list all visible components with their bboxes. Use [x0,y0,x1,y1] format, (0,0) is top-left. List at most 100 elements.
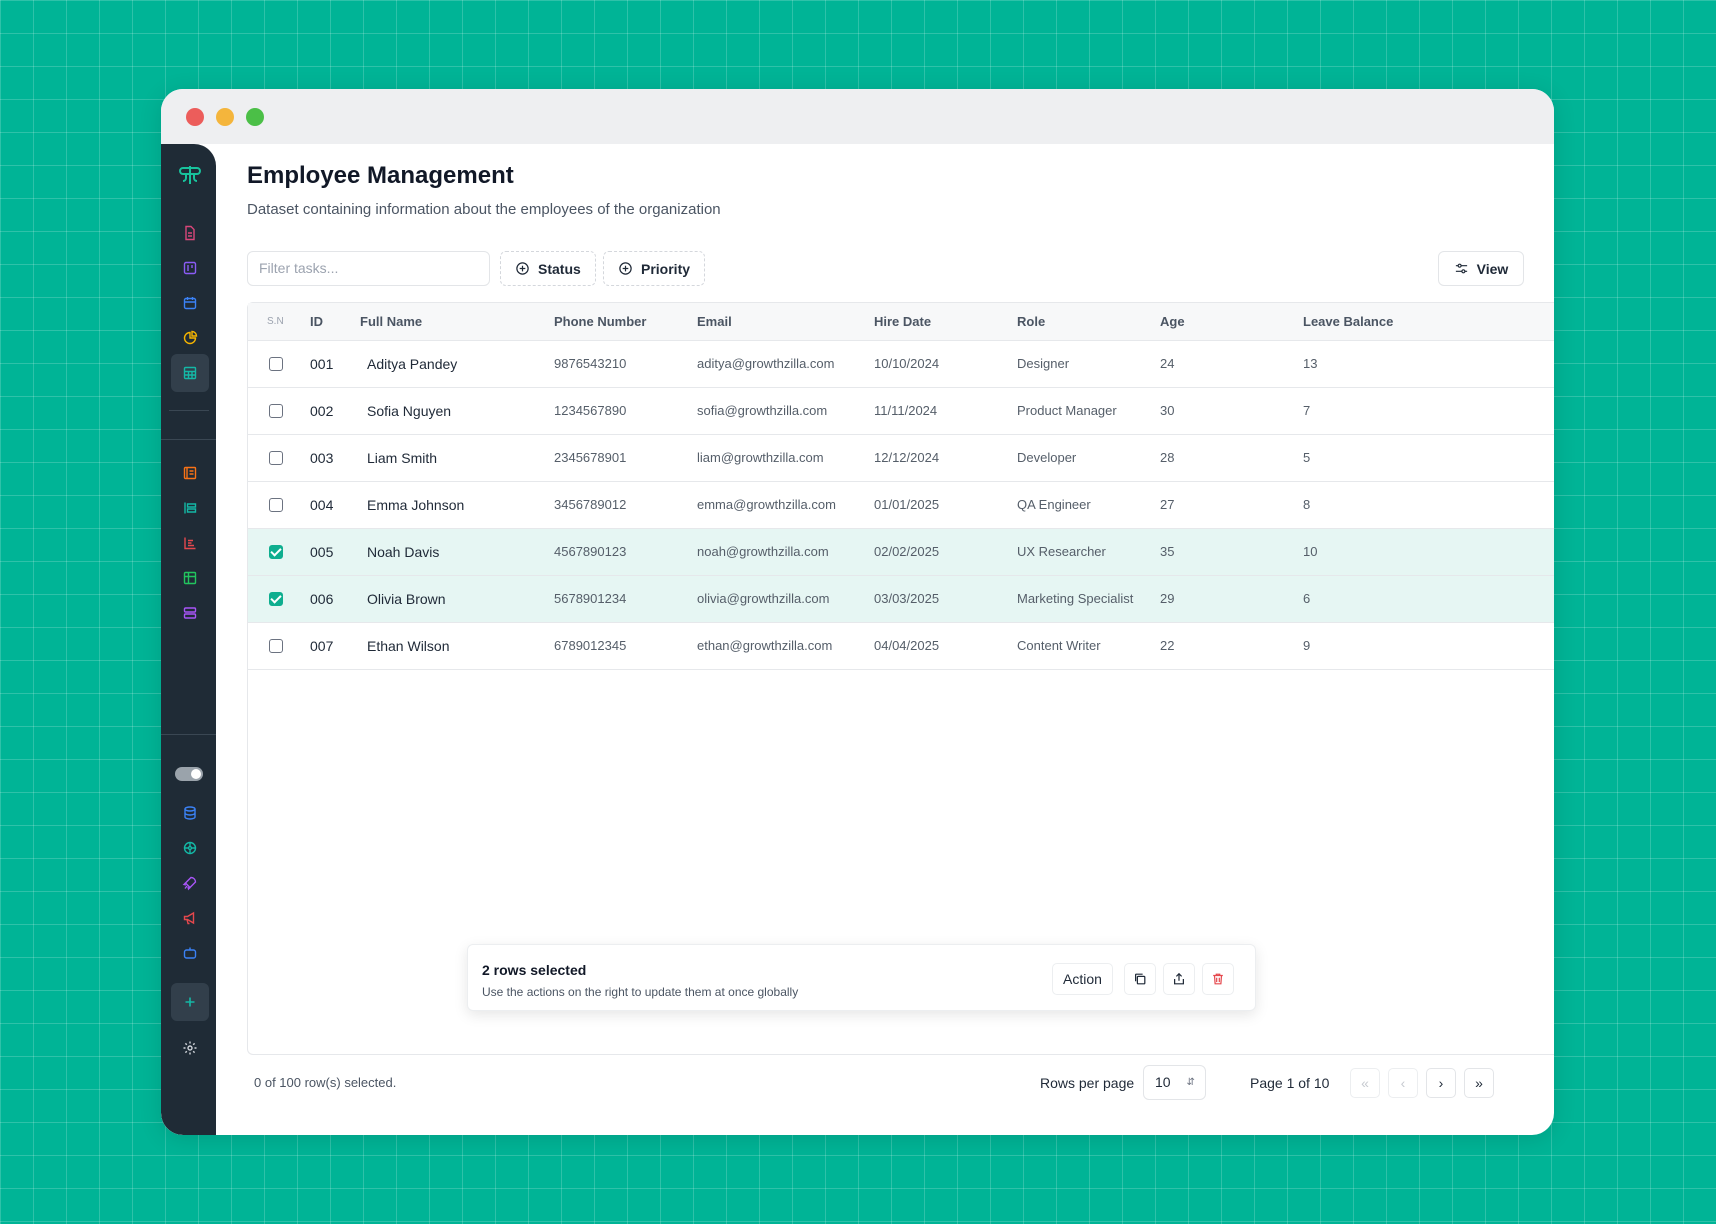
table-row[interactable]: 001 Aditya Pandey 9876543210 aditya@growthz… [248,340,1554,388]
minimize-window-button[interactable] [216,108,234,126]
next-page-button[interactable]: › [1426,1068,1456,1098]
cell-phone: 3456789012 [554,481,697,529]
priority-filter-button[interactable]: Priority [603,251,706,286]
copy-button[interactable] [1124,963,1156,995]
logo-icon[interactable] [171,156,209,194]
cell-name: Olivia Brown [360,575,554,623]
row-checkbox[interactable] [269,404,283,419]
column-header-age[interactable]: Age [1160,303,1303,341]
table-icon[interactable] [171,354,209,392]
row-checkbox-cell [248,387,310,435]
column-header-leave-balance[interactable]: Leave Balance [1303,303,1554,341]
table-row[interactable]: 003 Liam Smith 2345678901 liam@growthzilla.… [248,434,1554,482]
maximize-window-button[interactable] [246,108,264,126]
selection-count: 2 rows selected [482,962,587,978]
cell-phone: 5678901234 [554,575,697,623]
cell-email: olivia@growthzilla.com [697,575,874,623]
cell-age: 29 [1160,575,1303,623]
cell-leave-balance: 6 [1303,575,1554,623]
cell-id: 006 [310,575,360,623]
table-row[interactable]: 006 Olivia Brown 5678901234 olivia@growthzi… [248,575,1554,623]
rows-per-page-select[interactable]: 10 ⇵ [1143,1065,1206,1100]
sidebar-divider [161,734,216,735]
column-header-sn[interactable]: S.N [248,303,310,341]
share-icon [1174,972,1184,985]
action-button[interactable]: Action [1052,963,1113,995]
cell-hire-date: 10/10/2024 [874,340,1017,388]
cell-role: UX Researcher [1017,528,1160,576]
grid-icon[interactable] [171,559,209,597]
page-title: Employee Management [247,162,514,189]
table-row[interactable]: 007 Ethan Wilson 6789012345 ethan@growthzil… [248,622,1554,670]
column-header-email[interactable]: Email [697,303,874,341]
page-indicator: Page 1 of 10 [1250,1075,1330,1091]
row-checkbox[interactable] [269,498,283,513]
row-checkbox-cell [248,622,310,670]
list-icon[interactable] [171,454,209,492]
chart-icon[interactable] [171,524,209,562]
cell-name: Ethan Wilson [360,622,554,670]
stack-icon[interactable] [171,594,209,632]
megaphone-icon[interactable] [171,899,209,937]
cell-id: 007 [310,622,360,670]
close-window-button[interactable] [186,108,204,126]
cell-role: Content Writer [1017,622,1160,670]
row-checkbox-cell [248,340,310,388]
row-checkbox[interactable] [269,451,283,466]
trash-icon [1213,973,1223,985]
row-checkbox[interactable] [269,545,283,560]
board-icon[interactable] [171,249,209,287]
column-header-phone[interactable]: Phone Number [554,303,697,341]
cell-id: 002 [310,387,360,435]
list-alt-icon[interactable] [171,489,209,527]
cell-email: aditya@growthzilla.com [697,340,874,388]
theme-toggle[interactable] [175,767,203,781]
cell-phone: 4567890123 [554,528,697,576]
cell-name: Noah Davis [360,528,554,576]
table-row[interactable]: 002 Sofia Nguyen 1234567890 sofia@growthzil… [248,387,1554,435]
row-checkbox[interactable] [269,639,283,654]
network-icon[interactable] [171,829,209,867]
filter-input[interactable]: Filter tasks... [247,251,490,286]
status-filter-button[interactable]: Status [500,251,596,286]
table-body: 001 Aditya Pandey 9876543210 aditya@growthz… [248,340,1554,670]
cell-age: 24 [1160,340,1303,388]
previous-page-button[interactable]: ‹ [1388,1068,1418,1098]
cell-name: Aditya Pandey [360,340,554,388]
document-icon[interactable] [171,214,209,252]
table-row[interactable]: 005 Noah Davis 4567890123 noah@growthzilla.… [248,528,1554,576]
rows-per-page-value: 10 [1155,1074,1171,1090]
sidebar-divider [169,410,209,411]
bot-icon[interactable] [171,934,209,972]
cell-name: Liam Smith [360,434,554,482]
row-checkbox-cell [248,434,310,482]
cell-age: 35 [1160,528,1303,576]
cell-leave-balance: 9 [1303,622,1554,670]
cell-leave-balance: 5 [1303,434,1554,482]
column-header-hire-date[interactable]: Hire Date [874,303,1017,341]
table-row[interactable]: 004 Emma Johnson 3456789012 emma@growthzill… [248,481,1554,529]
app-window: Employee Management Dataset containing i… [161,89,1554,1135]
plus-icon[interactable] [171,983,209,1021]
column-header-role[interactable]: Role [1017,303,1160,341]
row-checkbox[interactable] [269,592,283,607]
sidebar-divider [161,439,216,440]
pie-chart-icon[interactable] [171,319,209,357]
row-checkbox-cell [248,575,310,623]
rocket-icon[interactable] [171,864,209,902]
export-button[interactable] [1163,963,1195,995]
row-checkbox[interactable] [269,357,283,372]
view-options-button[interactable]: View [1438,251,1524,286]
column-header-id[interactable]: ID [310,303,360,341]
sidebar [161,144,216,1135]
database-icon[interactable] [171,794,209,832]
cell-name: Emma Johnson [360,481,554,529]
settings-icon[interactable] [171,1029,209,1067]
first-page-button[interactable]: « [1350,1068,1380,1098]
cell-role: Marketing Specialist [1017,575,1160,623]
column-header-full-name[interactable]: Full Name [360,303,554,341]
last-page-button[interactable]: » [1464,1068,1494,1098]
calendar-icon[interactable] [171,284,209,322]
sliders-icon [1455,263,1467,274]
delete-button[interactable] [1202,963,1234,995]
